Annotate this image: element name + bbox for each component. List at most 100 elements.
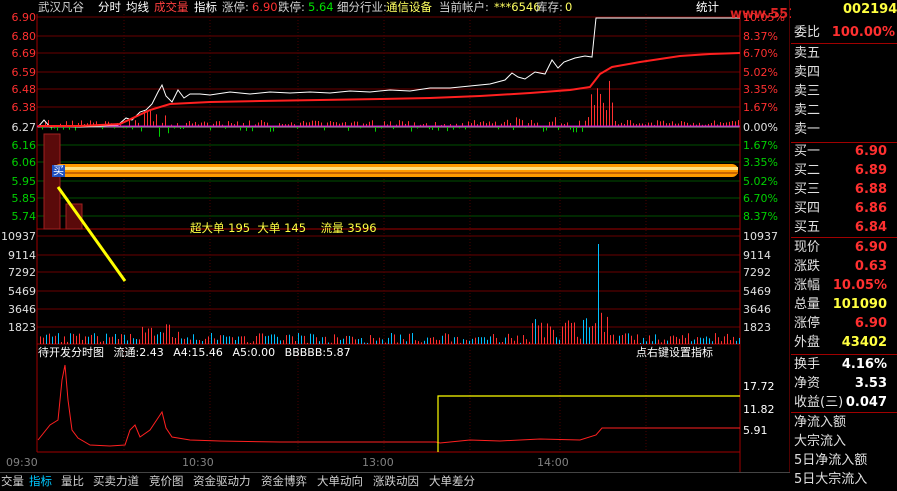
volume-bar [724, 336, 725, 344]
fund-bar [612, 103, 613, 126]
volume-bar [721, 341, 722, 344]
fund-bar [591, 94, 592, 126]
volume-bar [688, 333, 689, 344]
fund-bar [369, 122, 370, 126]
fund-bar [384, 121, 385, 126]
volume-bar [439, 340, 440, 344]
volume-bar [391, 333, 392, 344]
fund-bar [57, 127, 58, 130]
volume-bar [544, 337, 545, 344]
menu-fenshi[interactable]: 分时 [98, 0, 121, 14]
volume-bar [445, 333, 446, 344]
fund-bar [225, 127, 226, 129]
buy-signal-box-tall [44, 134, 60, 229]
volume-bar [514, 341, 515, 344]
volume-bar [217, 340, 218, 344]
volume-bar [70, 333, 71, 344]
tab-dadan-dongxiang[interactable]: 大单动向 [314, 473, 366, 490]
indicator-yellow-line [438, 396, 740, 452]
volume-bar [274, 334, 275, 344]
volume-bar [595, 323, 596, 344]
volume-bar [727, 334, 728, 344]
time-label-1030: 10:30 [182, 456, 214, 470]
tab-zijin-boyi[interactable]: 资金博弈 [258, 473, 310, 490]
tab-dadan-chafen[interactable]: 大单差分 [426, 473, 478, 490]
limit-down-label: 跌停: [278, 0, 305, 14]
volume-bar [463, 339, 464, 344]
percent-tick: 3.35% [743, 83, 778, 96]
volume-bar [553, 330, 554, 344]
price-tick: 6.27 [0, 121, 36, 134]
volume-bar [694, 340, 695, 344]
fund-bar [480, 122, 481, 126]
volume-bar [730, 340, 731, 344]
volume-bar [349, 336, 350, 344]
indicator-name[interactable]: 待开发分时图 [38, 346, 104, 359]
fund-bar [330, 121, 331, 126]
sell-level-1: 卖一 [791, 121, 897, 139]
volume-bar [607, 317, 608, 344]
fund-bar [327, 122, 328, 126]
menu-junxian[interactable]: 均线 [126, 0, 149, 14]
fund-bar [267, 123, 268, 126]
volume-bar [283, 340, 284, 344]
stat2-1-value: 3.53 [855, 375, 887, 393]
volume-bar [574, 323, 575, 344]
percent-tick: 3.35% [743, 156, 778, 169]
volume-bar [583, 320, 584, 344]
menu-chengjiaoliang[interactable]: 成交量 [154, 0, 189, 14]
fund-bar [297, 127, 298, 129]
weibi-row: 委比 100.00% [791, 24, 897, 42]
menu-zhibiao[interactable]: 指标 [194, 0, 217, 14]
flow-2: 5日净流入额 [791, 452, 897, 470]
volume-bar [40, 336, 41, 344]
buy-level-1: 买一 6.90 [791, 143, 897, 161]
tab-maimai-lidao[interactable]: 买卖力道 [90, 473, 142, 490]
fund-bar [546, 127, 547, 130]
volume-bar [199, 340, 200, 344]
fund-bar [309, 122, 310, 126]
volume-bar [490, 336, 491, 344]
volume-bar [256, 336, 257, 344]
tab-zijin-qudongli[interactable]: 资金驱动力 [190, 473, 254, 490]
fund-bar [555, 117, 556, 126]
fund-bar [381, 127, 382, 128]
volume-bar [343, 339, 344, 344]
volume-tick: 7292 [0, 266, 36, 279]
volume-bar [418, 341, 419, 344]
limit-down-value: 5.64 [308, 0, 334, 14]
intraday-chart[interactable] [0, 0, 790, 490]
stat-button[interactable]: 统计 [696, 0, 719, 14]
volume-bar [511, 338, 512, 344]
volume-bar [367, 343, 368, 344]
fund-bar [354, 121, 355, 126]
tab-jiaoliang[interactable]: 交量 [0, 473, 27, 490]
tab-jingjia-tu[interactable]: 竞价图 [146, 473, 187, 490]
fund-bar [132, 127, 133, 129]
volume-bar [538, 325, 539, 344]
fund-bar [438, 127, 439, 131]
volume-bar [166, 324, 167, 344]
fund-bar [630, 120, 631, 126]
volume-bar [340, 340, 341, 344]
volume-bar [58, 333, 59, 344]
volume-bar [352, 337, 353, 344]
tab-zhangdie-dongyin[interactable]: 涨跌动因 [370, 473, 422, 490]
flow-3: 5日大宗流入 [791, 471, 897, 489]
stat-2: 涨幅 10.05% [791, 277, 897, 295]
volume-bar [493, 334, 494, 344]
fund-bar [543, 127, 544, 132]
stat-0: 现价 6.90 [791, 239, 897, 257]
volume-bar [139, 339, 140, 344]
buy-level-4-label: 买四 [794, 200, 820, 218]
volume-bar [526, 339, 527, 344]
stat2-0-label: 换手 [794, 356, 820, 374]
volume-bar [556, 337, 557, 344]
price-tick: 6.90 [0, 11, 36, 24]
volume-bar [448, 334, 449, 344]
fund-bar [63, 127, 64, 130]
fund-bar [459, 127, 460, 128]
sell-level-5: 卖五 [791, 45, 897, 63]
tab-liangbi[interactable]: 量比 [58, 473, 87, 490]
tab-zhibiao[interactable]: 指标 [26, 473, 55, 490]
